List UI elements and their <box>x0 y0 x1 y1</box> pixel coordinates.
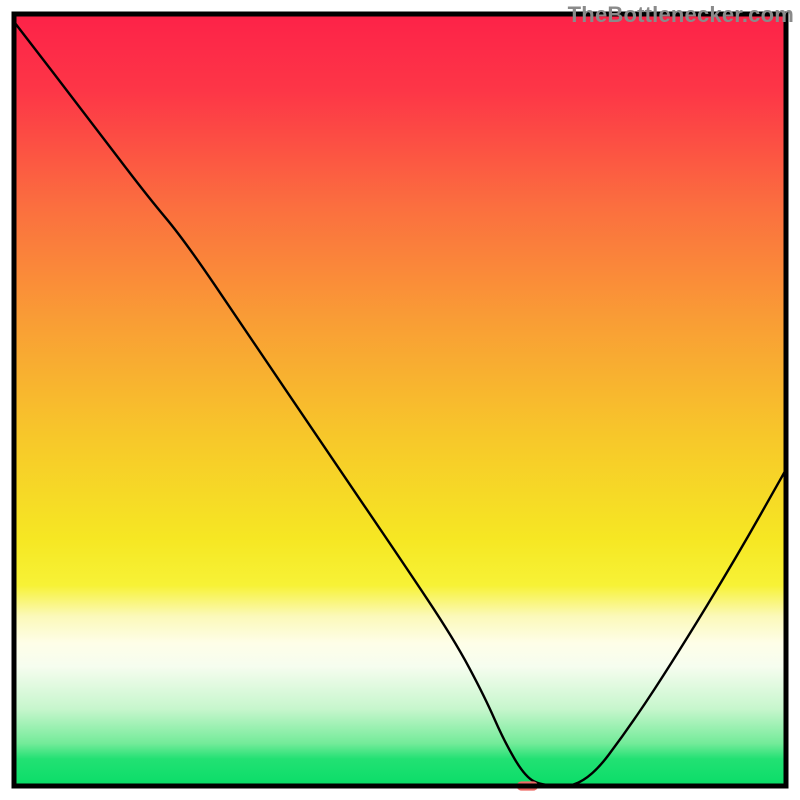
chart-background <box>14 14 786 786</box>
chart-svg <box>0 0 800 800</box>
watermark-text: TheBottlenecker.com <box>568 2 794 28</box>
bottleneck-chart: TheBottlenecker.com <box>0 0 800 800</box>
